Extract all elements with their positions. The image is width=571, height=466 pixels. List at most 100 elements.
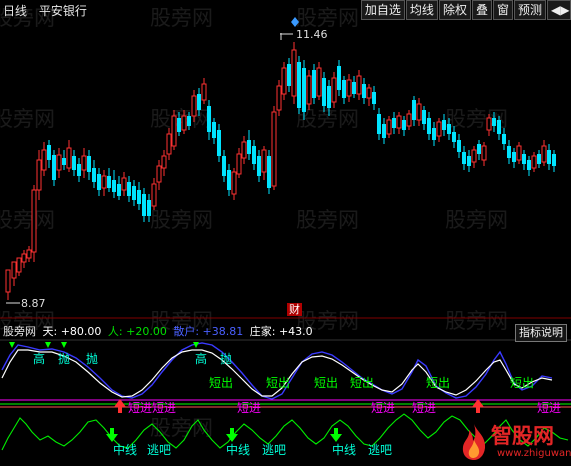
candle-body	[386, 119, 392, 135]
candles-group	[5, 42, 556, 300]
candle-body	[121, 177, 127, 191]
candle-body	[412, 100, 416, 120]
signal-duanjin: 短进	[152, 401, 176, 415]
buy-up-arrow-icon	[472, 399, 484, 413]
candle-body	[166, 133, 172, 155]
signal-duanjin: 短进	[237, 401, 261, 415]
signal-taoba: 逃吧	[262, 443, 286, 457]
candle-body	[416, 103, 422, 121]
signal-duanjin: 短进	[537, 401, 561, 415]
candle-body	[112, 180, 116, 192]
candle-body	[337, 66, 341, 90]
candle-body	[331, 77, 337, 103]
candle-body	[181, 115, 187, 131]
candle-body	[241, 141, 247, 159]
candle-body	[531, 155, 537, 169]
candle-body	[92, 168, 96, 182]
candle-body	[471, 149, 477, 163]
indicator-help-button[interactable]: 指标说明	[515, 324, 567, 342]
candle-body	[11, 261, 17, 279]
financial-report-marker[interactable]: 财	[287, 303, 302, 316]
candle-body	[156, 165, 162, 183]
logo-url: www.zhiguwang.cn	[497, 448, 571, 459]
candle-body	[137, 190, 141, 204]
candle-body	[427, 118, 431, 134]
candle-body	[481, 145, 487, 161]
candle-body	[507, 146, 511, 158]
candle-body	[322, 78, 326, 106]
buy-up-arrow-icon	[114, 399, 126, 413]
candle-body	[362, 84, 366, 98]
candle-body	[231, 171, 237, 195]
signal-zhongxian: 中线	[226, 442, 250, 457]
signal-duanjin: 短进	[371, 401, 395, 415]
candle-body	[191, 95, 197, 117]
candle-body	[107, 176, 111, 188]
candle-body	[227, 170, 231, 190]
signal-duanjin: 短进	[128, 401, 152, 415]
candle-body	[547, 150, 551, 164]
candle-body	[197, 94, 201, 110]
candle-body	[87, 156, 91, 172]
signal-duanjin: 短进	[412, 401, 436, 415]
sanhu-line	[1, 342, 553, 400]
candle-body	[497, 120, 501, 134]
candle-body	[81, 155, 87, 171]
signal-taoba: 逃吧	[147, 443, 171, 457]
signal-down-triangle-icon	[9, 342, 15, 348]
candle-body	[267, 156, 271, 188]
signal-duanchu: 短出	[510, 376, 534, 390]
candle-body	[257, 156, 261, 176]
candle-body	[127, 182, 131, 196]
flame-logo-icon	[462, 424, 486, 460]
candle-body	[442, 120, 446, 130]
logo-text: 智股网	[491, 424, 554, 448]
signal-down-triangle-icon	[61, 342, 67, 348]
stock-chart-window: 日线 平安银行 加自选 均线 除权 叠 窗 预测 ◀▶ 股旁网 股旁网 股旁网 …	[0, 0, 571, 466]
candle-body	[537, 154, 541, 164]
candle-body	[16, 257, 22, 273]
indicator-sanhu: 散户: +38.81	[173, 325, 244, 338]
candle-body	[492, 118, 496, 126]
candle-body	[527, 160, 531, 170]
candle-body	[72, 156, 76, 170]
signal-duanchu: 短出	[426, 376, 450, 390]
candle-body	[5, 269, 11, 293]
candle-body	[52, 155, 56, 180]
candle-body	[207, 106, 211, 132]
candle-body	[252, 146, 256, 164]
candle-body	[261, 149, 267, 173]
candle-body	[31, 189, 37, 253]
candle-body	[47, 145, 51, 160]
candle-body	[201, 83, 207, 101]
candle-body	[372, 92, 376, 104]
candle-body	[396, 115, 402, 129]
candle-body	[382, 124, 386, 138]
indicator-name: 股旁网	[3, 325, 36, 338]
candle-body	[486, 117, 492, 131]
candle-body	[287, 64, 291, 86]
sell-down-arrow-icon	[330, 428, 342, 442]
signal-duanchu: 短出	[314, 376, 338, 390]
candle-body	[502, 134, 506, 144]
candle-body	[297, 62, 301, 108]
sell-down-arrow-icon	[226, 428, 238, 442]
candle-body	[36, 159, 42, 191]
candle-body	[66, 147, 72, 169]
candle-body	[171, 115, 177, 147]
candle-body	[316, 67, 322, 97]
indicator-tian: 天: +80.00	[42, 325, 102, 338]
candle-body	[151, 183, 157, 207]
candle-body	[236, 153, 242, 175]
candle-body	[327, 86, 331, 108]
candle-body	[457, 140, 461, 152]
candle-body	[342, 80, 346, 98]
candle-body	[77, 164, 81, 176]
candlestick-chart[interactable]: 11.46 8.87 高 抛 抛 高 抛 短出 短出 短出 短出 短出 短出 短…	[0, 0, 571, 466]
indicator-ren: 人: +20.00	[107, 325, 167, 338]
candle-body	[477, 144, 481, 154]
candle-body	[217, 130, 221, 156]
candle-body	[281, 67, 287, 95]
candle-body	[21, 253, 27, 263]
candle-body	[467, 156, 471, 166]
